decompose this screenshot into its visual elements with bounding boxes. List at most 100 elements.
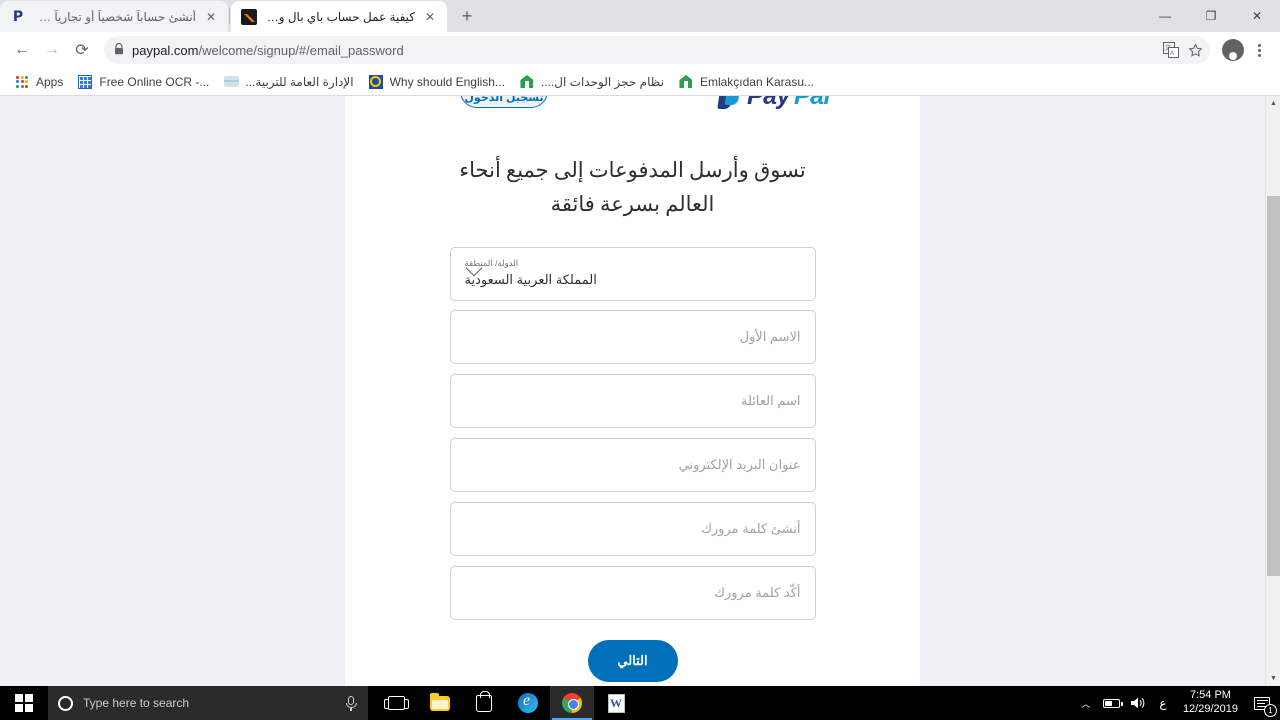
- url-path: /welcome/signup/#/email_password: [198, 42, 404, 58]
- edge-icon: [518, 692, 538, 713]
- login-button[interactable]: تسجيل الدخول: [460, 96, 548, 108]
- system-tray: ︿ ع 7:54 PM 12/29/2019 1: [1073, 686, 1280, 720]
- task-view-icon: [383, 696, 409, 710]
- url-host: paypal.com: [132, 42, 199, 58]
- bookmark-label: Apps: [36, 74, 64, 89]
- taskbar-clock[interactable]: 7:54 PM 12/29/2019: [1175, 686, 1246, 720]
- close-window-button[interactable]: ✕: [1234, 0, 1280, 32]
- tab-strip: ✕ أنشئ حساباً شخصياً أو تجارياً على ... …: [0, 0, 1280, 32]
- bookmark-label: Free Online OCR -...: [99, 74, 210, 89]
- email-placeholder: عنوان البريد الإلكتروني: [678, 457, 801, 473]
- last-name-placeholder: اسم العائلة: [741, 393, 801, 409]
- apps-grid-icon: [14, 74, 30, 90]
- green-house-icon: [678, 74, 694, 90]
- file-explorer-button[interactable]: [418, 686, 462, 720]
- next-button[interactable]: التالي: [587, 640, 678, 683]
- page-scrollbar[interactable]: ▲ ▼: [1265, 96, 1280, 686]
- show-hidden-icons-chevron-icon[interactable]: ︿: [1073, 686, 1099, 720]
- cortana-icon: [58, 695, 73, 711]
- microsoft-store-button[interactable]: [462, 686, 506, 720]
- blue-grid-icon: [77, 74, 93, 90]
- minimize-button[interactable]: —: [1142, 0, 1188, 32]
- forward-button[interactable]: →: [38, 36, 66, 64]
- battery-button[interactable]: [1099, 686, 1125, 720]
- confirm-password-placeholder: أكّد كلمة مرورك: [714, 585, 801, 601]
- store-icon: [476, 690, 492, 712]
- language-indicator[interactable]: ع: [1151, 686, 1175, 720]
- word-icon: [607, 693, 625, 713]
- task-view-button[interactable]: [374, 686, 418, 720]
- logo-pay-text: Pay: [746, 96, 790, 110]
- tab-close-icon[interactable]: ✕: [422, 9, 438, 25]
- restore-button[interactable]: ❐: [1188, 0, 1234, 32]
- confirm-password-input[interactable]: أكّد كلمة مرورك: [449, 566, 816, 621]
- windows-taskbar: Type here to search ︿ ع 7:54 PM 12/29/20…: [0, 686, 1280, 720]
- browser-tab-2[interactable]: ✕ كيفية عمل حساب باي بال وربط بطا...: [231, 1, 447, 32]
- window-controls: — ❐ ✕: [1142, 0, 1280, 32]
- email-input[interactable]: عنوان البريد الإلكتروني: [449, 438, 816, 493]
- first-name-placeholder: الاسم الأول: [739, 329, 801, 345]
- green-house-icon: [519, 74, 535, 90]
- back-button[interactable]: ←: [8, 36, 36, 64]
- tab-close-icon[interactable]: ✕: [203, 9, 219, 25]
- volume-button[interactable]: [1125, 686, 1151, 720]
- translate-icon[interactable]: 文 A: [1162, 41, 1180, 59]
- new-tab-button[interactable]: +: [453, 2, 481, 30]
- microphone-icon[interactable]: [344, 695, 358, 711]
- three-dot-menu-icon[interactable]: [1246, 36, 1272, 64]
- signup-form: تسوق وأرسل المدفوعات إلى جميع أنحاء العا…: [449, 96, 816, 683]
- lock-icon: [114, 42, 124, 58]
- battery-icon: [1103, 698, 1123, 708]
- browser-tab-1[interactable]: ✕ أنشئ حساباً شخصياً أو تجارياً على ... …: [0, 1, 228, 32]
- submit-row: التالي: [450, 640, 816, 683]
- bookmarks-bar: Apps Free Online OCR -... الإدارة العامة…: [0, 68, 1280, 96]
- tab-divider: [229, 8, 230, 24]
- reload-button[interactable]: ⟳: [68, 36, 96, 64]
- bookmark-why-should-english[interactable]: Why should English...: [362, 71, 511, 93]
- bookmark-education-admin[interactable]: الإدارة العامة للتربية...: [217, 71, 359, 93]
- signup-card: تسجيل الدخول Pay Pal تسوق وأرسل المدفوعات…: [345, 96, 920, 686]
- scrollbar-thumb[interactable]: [1267, 196, 1280, 576]
- password-input[interactable]: أنشئ كلمة مرورك: [449, 502, 816, 557]
- page-headline: تسوق وأرسل المدفوعات إلى جميع أنحاء العا…: [459, 158, 806, 216]
- start-button[interactable]: [0, 686, 48, 720]
- windows-logo-icon: [15, 694, 33, 712]
- bookmark-star-icon[interactable]: [1186, 41, 1204, 59]
- profile-avatar[interactable]: [1222, 39, 1244, 61]
- logo-pal-text: Pal: [793, 96, 831, 110]
- bookmark-apps[interactable]: Apps: [8, 71, 69, 93]
- tab-title: أنشئ حساباً شخصياً أو تجارياً على ...: [33, 9, 196, 24]
- microsoft-edge-button[interactable]: [506, 686, 550, 720]
- country-select[interactable]: الدولة/ المنطقة المملكة العربية السعودية: [449, 247, 816, 302]
- bookmark-emlakcidan-karasu[interactable]: Emlakçıdan Karasu...: [672, 71, 820, 93]
- tab-title: كيفية عمل حساب باي بال وربط بطا...: [264, 9, 415, 24]
- last-name-input[interactable]: اسم العائلة: [449, 374, 816, 429]
- country-value: المملكة العربية السعودية: [464, 272, 597, 288]
- address-bar[interactable]: paypal.com/welcome/signup/#/email_passwo…: [104, 36, 1210, 64]
- bookmark-unit-booking-system[interactable]: نظام حجز الوحدات ال....: [513, 71, 670, 93]
- volume-icon: [1130, 697, 1145, 709]
- svg-text:A: A: [1170, 51, 1174, 57]
- google-chrome-button[interactable]: [550, 686, 594, 720]
- bookmark-label: Emlakçıdan Karasu...: [699, 74, 814, 89]
- scroll-up-arrow-icon[interactable]: ▲: [1266, 96, 1280, 111]
- password-placeholder: أنشئ كلمة مرورك: [701, 521, 801, 537]
- chrome-icon: [562, 693, 582, 713]
- bookmark-label: الإدارة العامة للتربية...: [245, 74, 354, 89]
- paypal-mark-icon: [717, 96, 741, 110]
- browser-toolbar: ← → ⟳ paypal.com/welcome/signup/#/email_…: [0, 32, 1280, 68]
- notification-center-button[interactable]: 1: [1246, 686, 1278, 720]
- taskbar-app-icons: [374, 686, 638, 720]
- bookmark-label: Why should English...: [389, 74, 505, 89]
- page-viewport: تسجيل الدخول Pay Pal تسوق وأرسل المدفوعات…: [0, 96, 1280, 686]
- microsoft-word-button[interactable]: [594, 686, 638, 720]
- chevron-down-icon: [465, 265, 480, 280]
- bookmark-label: نظام حجز الوحدات ال....: [540, 74, 664, 89]
- bookmark-free-online-ocr[interactable]: Free Online OCR -...: [71, 71, 215, 93]
- paypal-logo: Pay Pal: [717, 96, 831, 111]
- scroll-down-arrow-icon[interactable]: ▼: [1266, 671, 1280, 686]
- clock-time: 7:54 PM: [1189, 689, 1231, 702]
- taskbar-search-box[interactable]: Type here to search: [48, 686, 368, 720]
- first-name-input[interactable]: الاسم الأول: [449, 310, 816, 365]
- chart-favicon-icon: [241, 8, 257, 25]
